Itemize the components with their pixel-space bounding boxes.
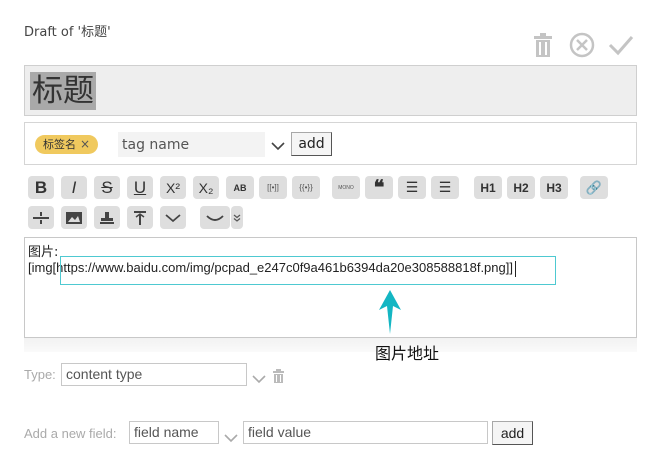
excise-icon [134,210,146,225]
stamp-button[interactable] [94,206,120,229]
trash-icon[interactable] [273,368,284,387]
bold-label: B [34,177,48,197]
wikilink-label: [[•]] [267,183,279,192]
horizontal-rule-button[interactable] [28,206,54,229]
subscript-label: X₂ [198,179,214,196]
italic-label: I [71,177,77,197]
title-value: 标题 [30,72,96,110]
up-arrow-icon [379,290,401,334]
numbered-list-label: ☰ [438,179,452,195]
link-button[interactable]: 🔗 [580,176,608,199]
tag-label: 标签名 [43,138,76,151]
quote-button[interactable]: ❝ [365,176,393,199]
preview-type-dropdown[interactable] [231,206,243,229]
horizontal-rule-icon [33,211,49,224]
add-field-label: Add a new field: [24,426,117,441]
image-button[interactable] [61,206,87,229]
transclusion-button[interactable]: {{•}} [292,176,320,199]
bullet-list-button[interactable]: ☰ [398,176,426,199]
preview-icon [206,214,224,221]
content-type-input[interactable]: content type [61,363,247,386]
trash-icon[interactable] [530,32,556,58]
title-field[interactable]: 标题 [24,65,637,116]
small-caps-label: AB [233,182,247,193]
cancel-icon[interactable] [569,32,595,58]
text-caret [514,260,516,277]
strikethrough-label: S [101,177,113,197]
superscript-label: X² [166,179,180,196]
bullet-list-label: ☰ [405,179,419,195]
tag-name-input[interactable]: tag name [118,132,265,157]
text-editor[interactable]: 图片: [img[https://www.baidu.com/img/pcpad… [24,237,637,338]
preview-button[interactable] [200,206,230,229]
heading-1-label: H1 [480,180,496,195]
heading-3-button[interactable]: H3 [540,176,568,199]
chevron-down-icon[interactable] [224,428,238,447]
draft-actions [530,30,634,60]
tag-pill[interactable]: 标签名 × [35,135,99,154]
checkmark-icon[interactable] [608,32,634,58]
chevron-down-icon [165,213,181,222]
editor-line-2-text: [img[https://www.baidu.com/img/pcpad_e24… [28,260,513,275]
field-value-input[interactable]: field value [243,421,488,444]
remove-tag-icon[interactable]: × [80,135,90,154]
stamp-icon [100,211,114,224]
draft-title: Draft of '标题' [24,25,111,40]
underline-button[interactable]: U [127,176,153,199]
numbered-list-button[interactable]: ☰ [431,176,459,199]
underline-label: U [133,177,147,197]
bold-button[interactable]: B [28,176,54,199]
tag-row: 标签名 × tag name add [24,122,637,165]
link-label: 🔗 [585,179,603,195]
editor-resize-bar [24,338,637,352]
superscript-button[interactable]: X² [160,176,186,199]
add-field-button[interactable]: add [492,421,533,445]
annotation-label: 图片地址 [375,344,440,363]
heading-3-label: H3 [546,180,562,195]
small-caps-button[interactable]: AB [226,176,254,199]
type-label: Type: [24,367,56,382]
heading-2-button[interactable]: H2 [507,176,535,199]
monospace-label: MONO [338,184,354,191]
subscript-button[interactable]: X₂ [193,176,219,199]
transclusion-label: {{•}} [299,183,313,192]
add-tag-button[interactable]: add [291,132,332,156]
chevron-down-icon[interactable] [252,369,266,388]
italic-button[interactable]: I [61,176,87,199]
double-chevron-icon [233,214,241,222]
editor-line-2: [img[https://www.baidu.com/img/pcpad_e24… [28,260,516,277]
excise-button[interactable] [127,206,153,229]
image-icon [66,211,82,224]
field-name-input[interactable]: field name [129,421,219,444]
heading-2-label: H2 [513,180,529,195]
strikethrough-button[interactable]: S [94,176,120,199]
monospace-button[interactable]: MONO [332,176,360,199]
quote-label: ❝ [373,177,385,199]
more-button[interactable] [160,206,186,229]
chevron-down-icon[interactable] [271,136,285,155]
editor-line-1: 图片: [28,245,59,260]
heading-1-button[interactable]: H1 [474,176,502,199]
wikilink-button[interactable]: [[•]] [259,176,287,199]
